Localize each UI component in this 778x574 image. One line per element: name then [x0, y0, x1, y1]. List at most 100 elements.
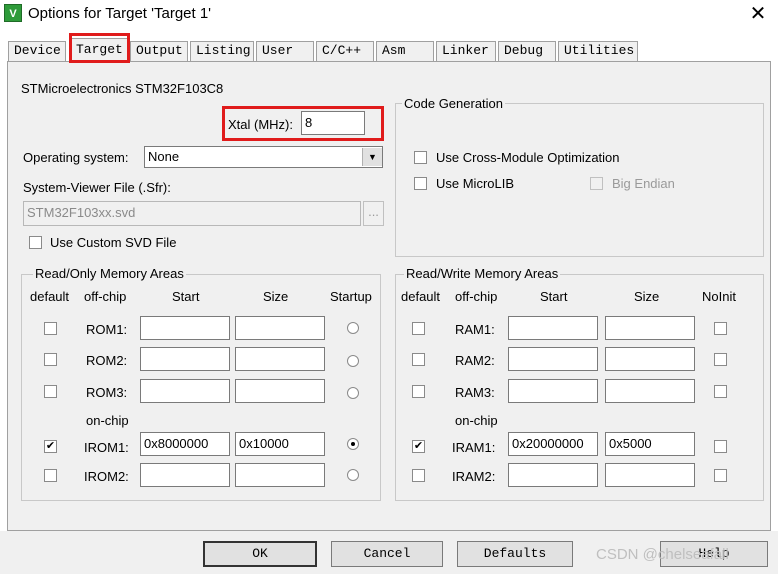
ram3-noinit-checkbox[interactable] [714, 385, 727, 398]
device-name: STMicroelectronics STM32F103C8 [21, 81, 224, 96]
os-select[interactable]: None [144, 146, 383, 168]
irom1-start-input[interactable]: 0x8000000 [140, 432, 230, 456]
iram2-size-input[interactable] [605, 463, 695, 487]
os-value: None [148, 149, 180, 164]
tab-output[interactable]: Output [130, 41, 188, 61]
ram1-size-input[interactable] [605, 316, 695, 340]
irom1-size-input[interactable]: 0x10000 [235, 432, 325, 456]
irom1-default-checkbox[interactable]: ✔ [44, 440, 57, 453]
ram3-default-checkbox[interactable] [412, 385, 425, 398]
ram1-label: RAM1: [455, 322, 495, 337]
irom2-size-input[interactable] [235, 463, 325, 487]
os-label: Operating system: [23, 150, 129, 165]
ro-header-default: default [30, 289, 70, 304]
irom1-startup-radio[interactable] [347, 438, 359, 450]
rom2-label: ROM2: [86, 353, 128, 368]
rom2-size-input[interactable] [235, 347, 325, 371]
ram3-size-input[interactable] [605, 379, 695, 403]
tab-linker[interactable]: Linker [436, 41, 496, 61]
code-generation-title: Code Generation [402, 96, 506, 111]
rom2-startup-radio[interactable] [347, 355, 359, 367]
ram2-label: RAM2: [455, 353, 495, 368]
chevron-down-icon[interactable]: ▼ [362, 148, 382, 166]
iram1-start-input[interactable]: 0x20000000 [508, 432, 598, 456]
close-icon[interactable]: ✕ [744, 1, 772, 27]
microlib-checkbox[interactable] [414, 177, 427, 190]
ok-button[interactable]: OK [203, 541, 317, 567]
rom1-label: ROM1: [86, 322, 128, 337]
big-endian-checkbox[interactable] [590, 177, 603, 190]
ro-memory-title: Read/Only Memory Areas [33, 266, 186, 281]
iram1-default-checkbox[interactable]: ✔ [412, 440, 425, 453]
tab-listing[interactable]: Listing [190, 41, 254, 61]
tab-user[interactable]: User [256, 41, 314, 61]
ram1-start-input[interactable] [508, 316, 598, 340]
sfr-input[interactable]: STM32F103xx.svd [23, 201, 361, 226]
rom1-size-input[interactable] [235, 316, 325, 340]
rom3-startup-radio[interactable] [347, 387, 359, 399]
ram2-noinit-checkbox[interactable] [714, 353, 727, 366]
ro-header-offchip: off-chip [84, 289, 127, 304]
tab-asm[interactable]: Asm [376, 41, 434, 61]
rw-memory-title: Read/Write Memory Areas [404, 266, 561, 281]
irom2-start-input[interactable] [140, 463, 230, 487]
rw-header-size: Size [634, 289, 660, 304]
microlib-label: Use MicroLIB [436, 176, 515, 191]
watermark: CSDN @chelseafall [596, 546, 729, 563]
iram1-label: IRAM1: [452, 440, 496, 455]
target-tab-highlight [69, 33, 130, 63]
rom1-startup-radio[interactable] [347, 322, 359, 334]
ram2-default-checkbox[interactable] [412, 353, 425, 366]
tab-utilities[interactable]: Utilities [558, 41, 638, 61]
rom1-start-input[interactable] [140, 316, 230, 340]
tab-c-cpp[interactable]: C/C++ [316, 41, 374, 61]
rom2-default-checkbox[interactable] [44, 353, 57, 366]
iram2-start-input[interactable] [508, 463, 598, 487]
sfr-browse-button[interactable]: ... [363, 201, 384, 226]
sfr-label: System-Viewer File (.Sfr): [23, 180, 171, 195]
irom2-default-checkbox[interactable] [44, 469, 57, 482]
ram2-size-input[interactable] [605, 347, 695, 371]
iram1-size-input[interactable]: 0x5000 [605, 432, 695, 456]
cross-module-label: Use Cross-Module Optimization [436, 150, 620, 165]
ram3-start-input[interactable] [508, 379, 598, 403]
rom3-label: ROM3: [86, 385, 128, 400]
rom2-start-input[interactable] [140, 347, 230, 371]
custom-svd-checkbox[interactable] [29, 236, 42, 249]
xtal-highlight [222, 106, 384, 141]
window-title: Options for Target 'Target 1' [28, 5, 212, 22]
iram2-noinit-checkbox[interactable] [714, 469, 727, 482]
irom2-startup-radio[interactable] [347, 469, 359, 481]
cancel-button[interactable]: Cancel [331, 541, 443, 567]
cross-module-checkbox[interactable] [414, 151, 427, 164]
rw-header-default: default [401, 289, 441, 304]
ro-header-start: Start [172, 289, 200, 304]
rw-onchip-label: on-chip [455, 413, 498, 428]
rw-header-offchip: off-chip [455, 289, 498, 304]
title-bar: V Options for Target 'Target 1' ✕ [0, 0, 778, 30]
big-endian-label: Big Endian [612, 176, 675, 191]
tab-device[interactable]: Device [8, 41, 66, 61]
custom-svd-label: Use Custom SVD File [50, 235, 177, 250]
rom3-size-input[interactable] [235, 379, 325, 403]
ram1-noinit-checkbox[interactable] [714, 322, 727, 335]
ro-header-size: Size [263, 289, 289, 304]
irom2-label: IROM2: [84, 469, 129, 484]
irom1-label: IROM1: [84, 440, 129, 455]
rw-header-noinit: NoInit [702, 289, 736, 304]
defaults-button[interactable]: Defaults [457, 541, 573, 567]
rw-header-start: Start [540, 289, 568, 304]
iram1-noinit-checkbox[interactable] [714, 440, 727, 453]
ram3-label: RAM3: [455, 385, 495, 400]
iram2-default-checkbox[interactable] [412, 469, 425, 482]
ro-header-startup: Startup [330, 289, 372, 304]
rom1-default-checkbox[interactable] [44, 322, 57, 335]
ro-onchip-label: on-chip [86, 413, 129, 428]
keil-app-icon: V [4, 4, 22, 22]
ram1-default-checkbox[interactable] [412, 322, 425, 335]
iram2-label: IRAM2: [452, 469, 496, 484]
rom3-start-input[interactable] [140, 379, 230, 403]
ram2-start-input[interactable] [508, 347, 598, 371]
rom3-default-checkbox[interactable] [44, 385, 57, 398]
tab-debug[interactable]: Debug [498, 41, 556, 61]
